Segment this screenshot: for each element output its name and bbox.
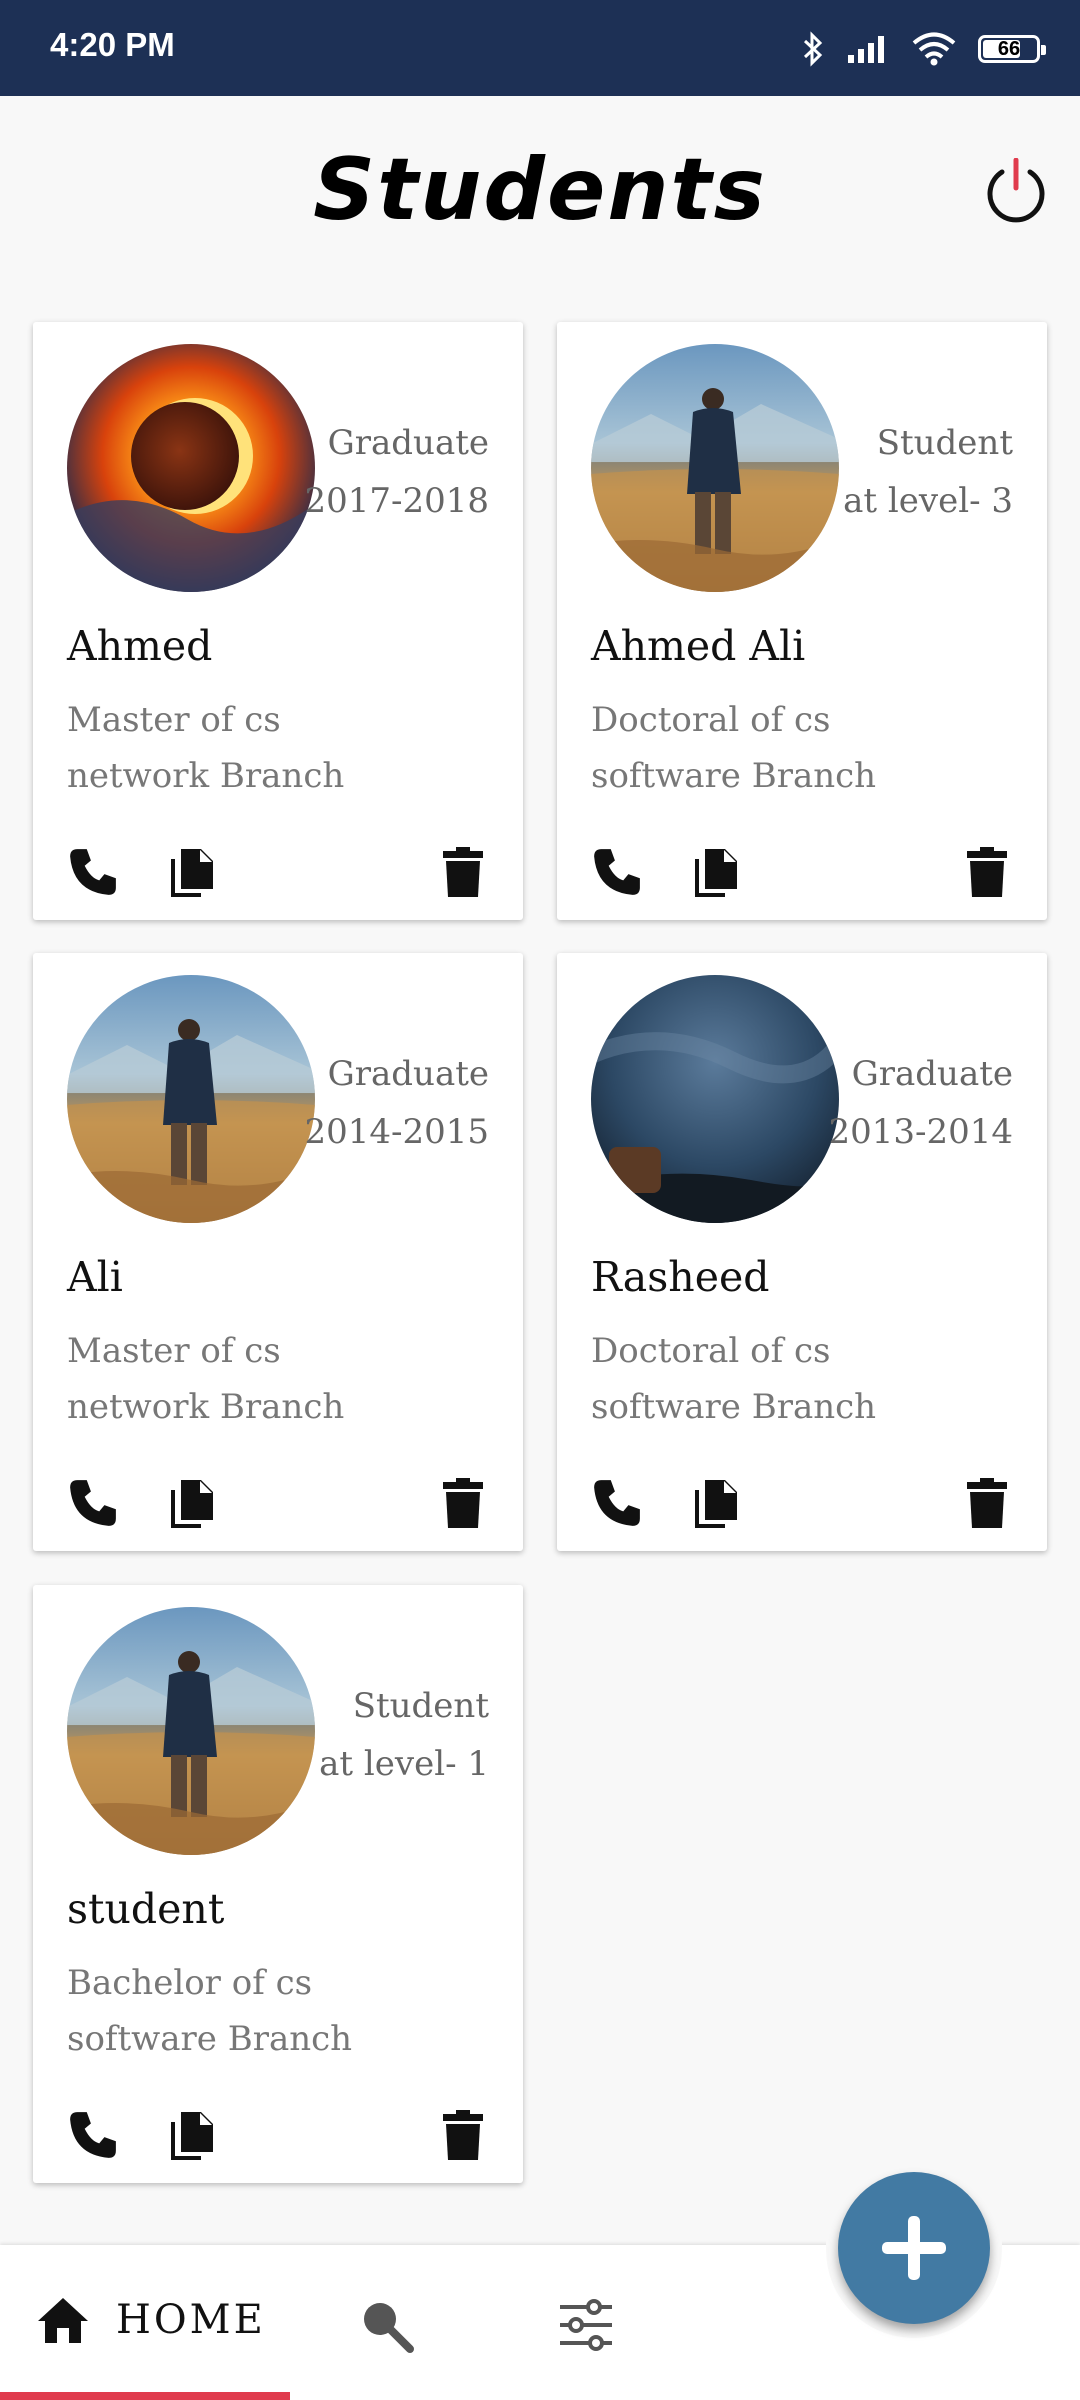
student-photo — [67, 1607, 315, 1855]
student-name: Ahmed — [67, 622, 213, 670]
status-line-1: Graduate — [851, 1054, 1013, 1094]
status-line-2: 2013-2014 — [828, 1112, 1013, 1152]
status-line-2: 2017-2018 — [304, 481, 489, 521]
filter-icon[interactable] — [556, 2295, 616, 2355]
delete-icon[interactable] — [433, 842, 493, 902]
battery-level: 66 — [997, 37, 1021, 60]
copy-icon[interactable] — [163, 842, 223, 902]
status-bar: 4:20 PM 66 — [0, 0, 1080, 96]
status-line-2: at level- 3 — [843, 481, 1013, 521]
student-card[interactable]: Graduate 2014-2015 Ali Master of cs network … — [33, 953, 523, 1551]
phone-icon[interactable] — [63, 1473, 123, 1533]
student-status: Graduate 2013-2014 — [823, 1045, 1013, 1161]
copy-icon[interactable] — [163, 2105, 223, 2165]
signal-icon — [848, 36, 884, 63]
status-line-2: at level- 1 — [319, 1744, 489, 1784]
degree-line-2: network Branch — [67, 1387, 345, 1427]
phone-icon[interactable] — [587, 842, 647, 902]
card-actions — [63, 1473, 493, 1533]
status-time: 4:20 PM — [50, 26, 175, 63]
copy-icon[interactable] — [687, 1473, 747, 1533]
plus-icon — [882, 2216, 946, 2280]
student-degree: Bachelor of cs software Branch — [67, 1955, 487, 2067]
delete-icon[interactable] — [957, 1473, 1017, 1533]
wifi-icon — [912, 32, 956, 66]
degree-line-1: Master of cs — [67, 1331, 281, 1371]
student-photo — [591, 344, 839, 592]
phone-icon[interactable] — [587, 1473, 647, 1533]
nav-active-indicator — [0, 2392, 290, 2400]
card-actions — [587, 842, 1017, 902]
student-degree: Doctoral of cs software Branch — [591, 1323, 1011, 1435]
battery-icon: 66 — [978, 35, 1046, 63]
degree-line-1: Doctoral of cs — [591, 700, 831, 740]
page-title: Students — [313, 140, 767, 240]
status-line-1: Student — [352, 1686, 489, 1726]
student-degree: Master of cs network Branch — [67, 1323, 487, 1435]
status-icons: 66 — [802, 28, 1046, 70]
student-name: student — [67, 1885, 225, 1933]
student-status: Graduate 2014-2015 — [299, 1045, 489, 1161]
status-line-2: 2014-2015 — [304, 1112, 489, 1152]
student-status: Student at level- 3 — [823, 414, 1013, 530]
degree-line-1: Bachelor of cs — [67, 1963, 313, 2003]
delete-icon[interactable] — [433, 1473, 493, 1533]
student-name: Rasheed — [591, 1253, 770, 1301]
copy-icon[interactable] — [163, 1473, 223, 1533]
delete-icon[interactable] — [957, 842, 1017, 902]
delete-icon[interactable] — [433, 2105, 493, 2165]
degree-line-1: Master of cs — [67, 700, 281, 740]
student-card[interactable]: Graduate 2017-2018 Ahmed Master of cs networ… — [33, 322, 523, 920]
student-card[interactable]: Student at level- 1 student Bachelor of cs s… — [33, 1585, 523, 2183]
status-line-1: Graduate — [327, 1054, 489, 1094]
status-line-1: Graduate — [327, 423, 489, 463]
student-card[interactable]: Student at level- 3 Ahmed Ali Doctoral of c… — [557, 322, 1047, 920]
bluetooth-icon — [803, 31, 823, 67]
degree-line-1: Doctoral of cs — [591, 1331, 831, 1371]
student-card[interactable]: Graduate 2013-2014 Rasheed Doctoral of cs so… — [557, 953, 1047, 1551]
card-actions — [587, 1473, 1017, 1533]
student-name: Ahmed Ali — [591, 622, 806, 670]
card-actions — [63, 842, 493, 902]
degree-line-2: software Branch — [67, 2019, 353, 2059]
status-line-1: Student — [876, 423, 1013, 463]
home-icon — [38, 2298, 88, 2343]
search-icon[interactable] — [358, 2297, 414, 2353]
nav-home-label: HOME — [116, 2297, 266, 2343]
student-degree: Doctoral of cs software Branch — [591, 692, 1011, 804]
student-photo — [67, 344, 315, 592]
student-status: Graduate 2017-2018 — [299, 414, 489, 530]
student-photo — [67, 975, 315, 1223]
add-student-button[interactable] — [838, 2172, 990, 2324]
degree-line-2: network Branch — [67, 756, 345, 796]
card-actions — [63, 2105, 493, 2165]
student-degree: Master of cs network Branch — [67, 692, 487, 804]
copy-icon[interactable] — [687, 842, 747, 902]
phone-icon[interactable] — [63, 2105, 123, 2165]
student-photo — [591, 975, 839, 1223]
student-status: Student at level- 1 — [299, 1677, 489, 1793]
degree-line-2: software Branch — [591, 756, 877, 796]
student-name: Ali — [67, 1253, 123, 1301]
power-icon[interactable] — [982, 158, 1050, 226]
degree-line-2: software Branch — [591, 1387, 877, 1427]
nav-home-tab[interactable]: HOME — [36, 2295, 266, 2345]
phone-icon[interactable] — [63, 842, 123, 902]
